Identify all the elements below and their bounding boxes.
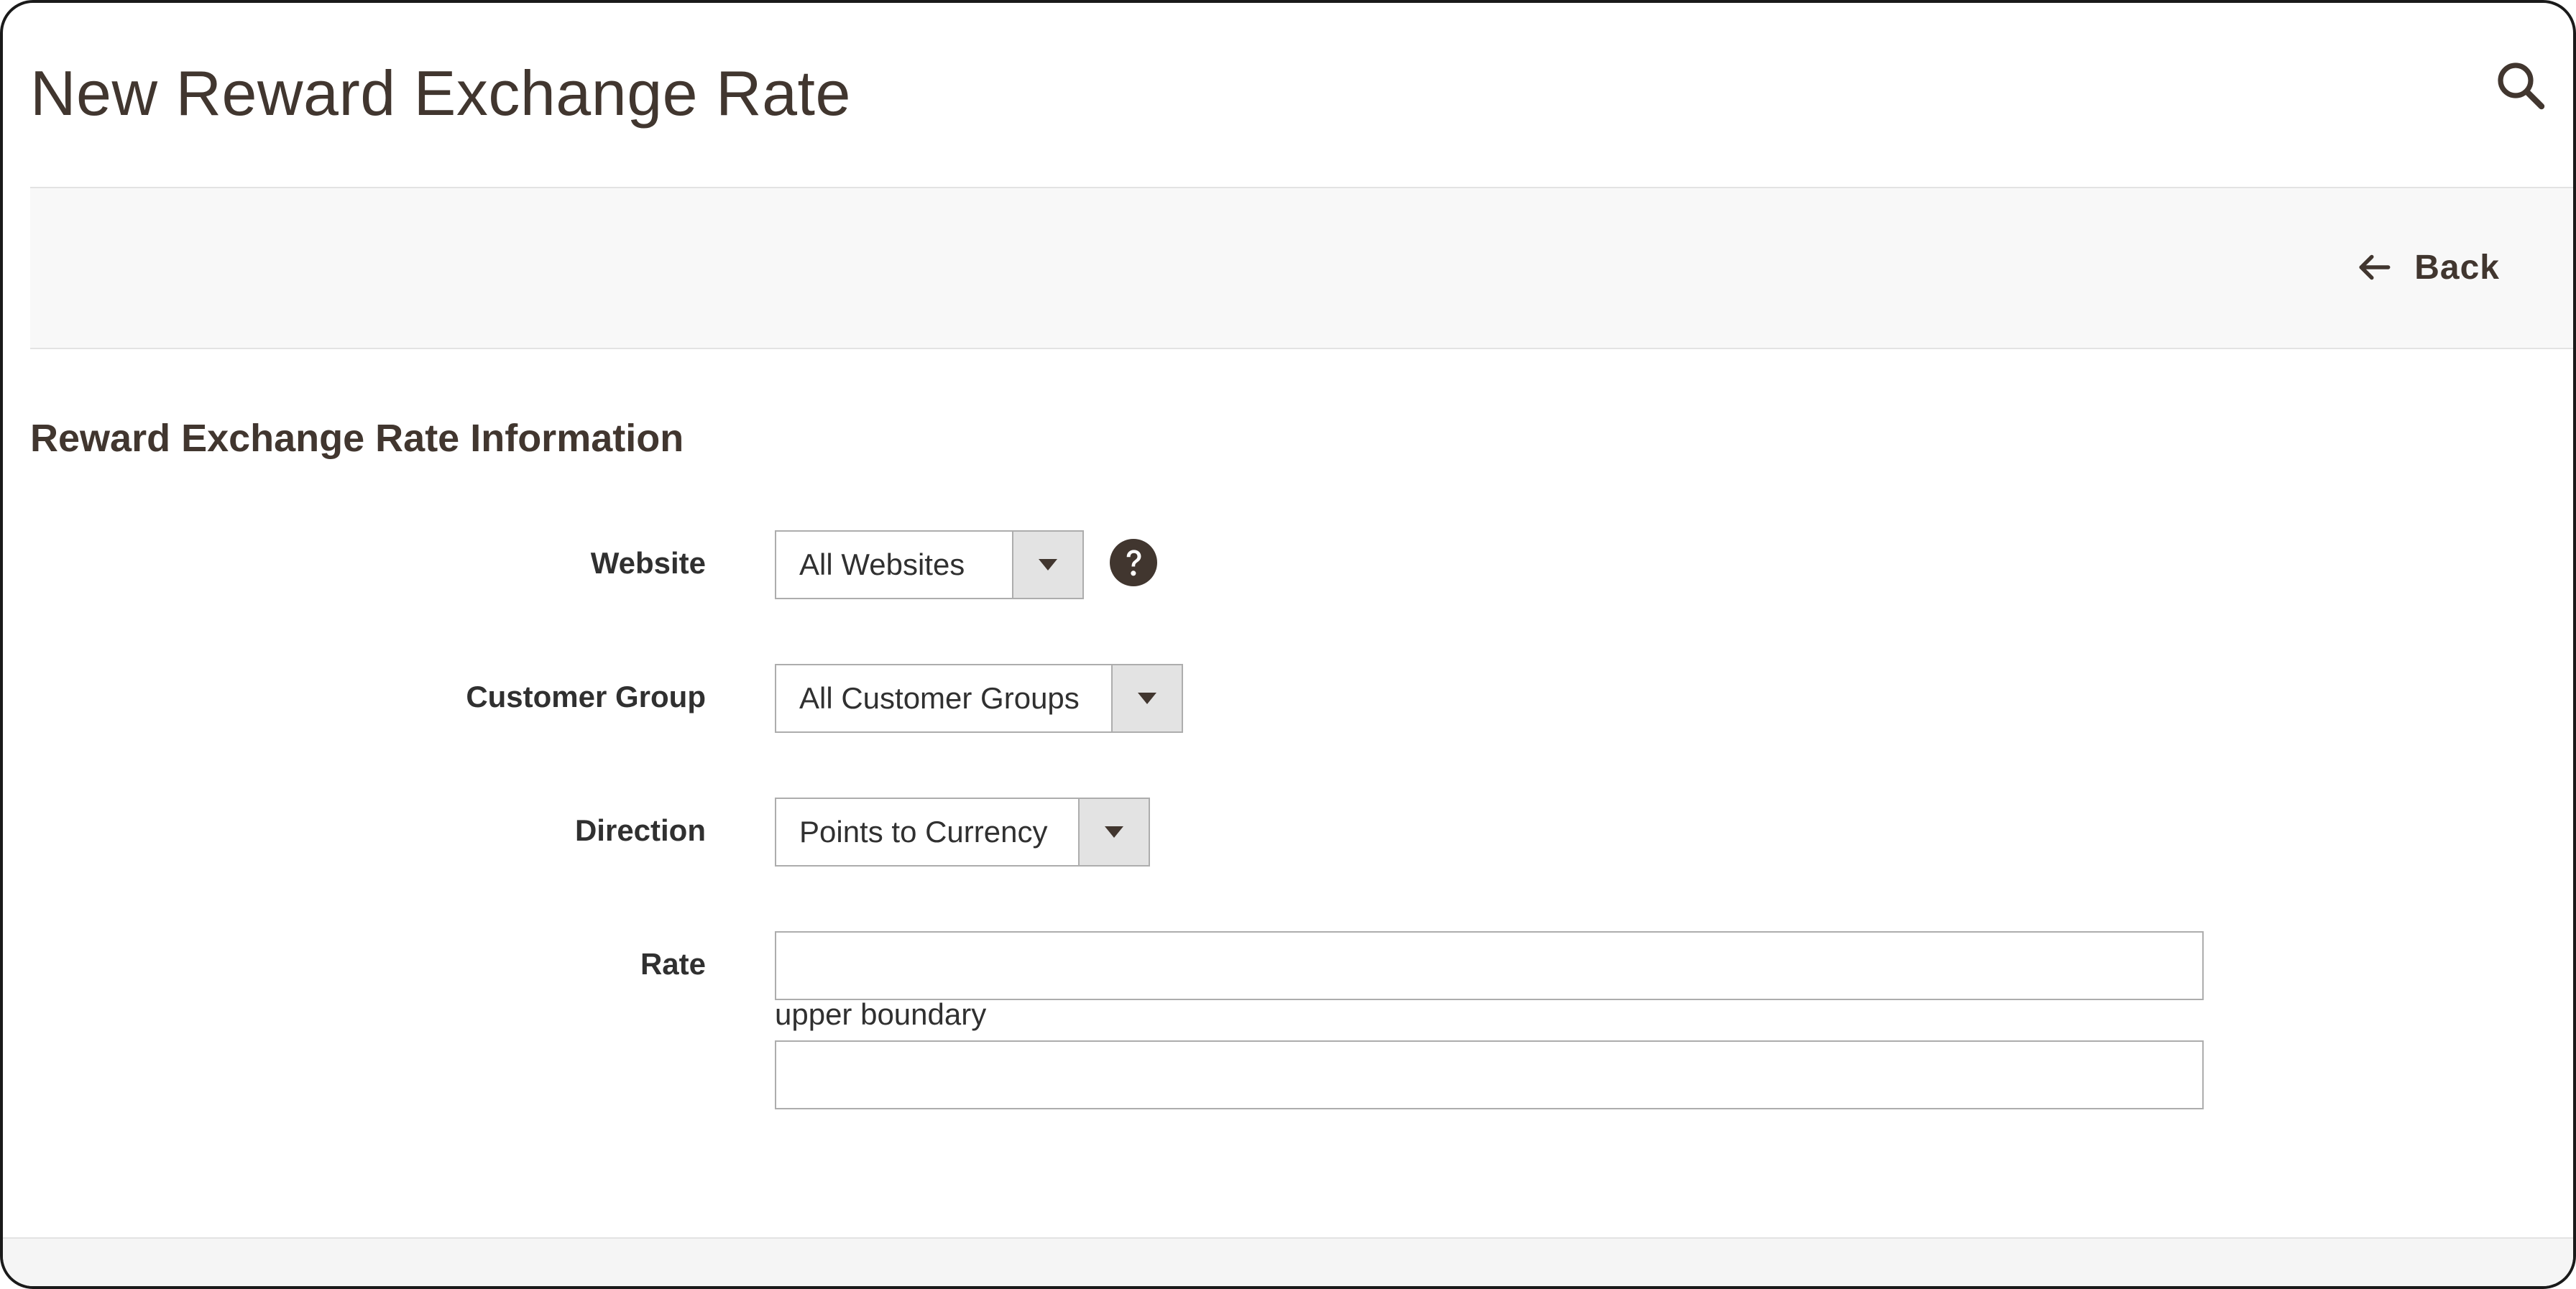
direction-select[interactable]: Points to Currency bbox=[775, 798, 1150, 867]
page-actions-bar: Back bbox=[30, 187, 2573, 349]
direction-select-value: Points to Currency bbox=[799, 815, 1048, 849]
customer-group-select-value: All Customer Groups bbox=[799, 681, 1080, 715]
section-title: Reward Exchange Rate Information bbox=[30, 417, 684, 460]
caret-down-icon bbox=[1105, 826, 1123, 838]
customer-group-label: Customer Group bbox=[466, 680, 706, 713]
upper-boundary-input[interactable] bbox=[775, 1040, 2204, 1109]
app-window: New Reward Exchange Rate Back Reward Exc… bbox=[0, 0, 2576, 1289]
caret-down-icon bbox=[1039, 559, 1057, 570]
direction-select-toggle[interactable] bbox=[1078, 799, 1149, 865]
website-select[interactable]: All Websites bbox=[775, 530, 1084, 599]
back-button-label: Back bbox=[2414, 248, 2500, 287]
website-label: Website bbox=[590, 546, 706, 580]
search-icon[interactable] bbox=[2494, 59, 2546, 111]
question-circle-icon[interactable] bbox=[1110, 539, 1157, 586]
page-title: New Reward Exchange Rate bbox=[30, 57, 851, 129]
customer-group-select[interactable]: All Customer Groups bbox=[775, 664, 1183, 733]
customer-group-select-toggle[interactable] bbox=[1111, 665, 1182, 731]
website-select-toggle[interactable] bbox=[1012, 532, 1082, 598]
arrow-left-icon bbox=[2359, 254, 2391, 280]
rate-input[interactable] bbox=[775, 931, 2204, 1000]
website-select-value: All Websites bbox=[799, 548, 965, 581]
upper-boundary-label: upper boundary bbox=[775, 997, 987, 1031]
direction-label: Direction bbox=[574, 813, 706, 847]
footer-bar bbox=[3, 1237, 2573, 1286]
rate-label: Rate bbox=[640, 947, 706, 981]
back-button[interactable]: Back bbox=[2357, 239, 2500, 296]
caret-down-icon bbox=[1138, 693, 1156, 704]
